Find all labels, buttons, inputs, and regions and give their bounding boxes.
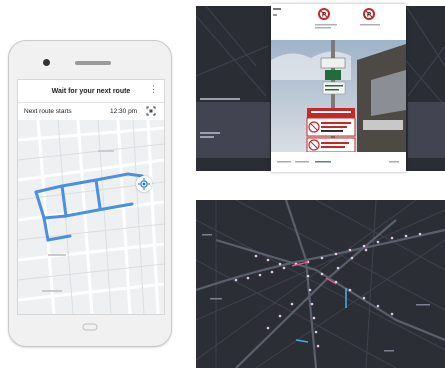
phone-mockup: Wait for your next route ⋮ Next route st… xyxy=(8,40,172,347)
phone-speaker xyxy=(75,61,111,65)
card-header: P P xyxy=(271,4,406,40)
qr-scan-icon[interactable] xyxy=(146,106,156,116)
next-route-label: Next route starts xyxy=(24,108,72,115)
app-title: Wait for your next route xyxy=(51,88,131,95)
street-sign-photo xyxy=(271,40,406,152)
next-route-time: 12:30 pm xyxy=(110,108,138,115)
home-button[interactable] xyxy=(79,321,101,333)
more-vert-icon[interactable]: ⋮ xyxy=(149,85,158,94)
phone-screen: Wait for your next route ⋮ Next route st… xyxy=(17,79,165,315)
route-map[interactable] xyxy=(18,119,164,314)
no-parking-sign-icon: P xyxy=(318,8,330,20)
my-location-icon[interactable] xyxy=(136,176,152,192)
dark-street-map-graphics xyxy=(196,200,445,368)
phone-camera xyxy=(43,59,50,66)
card-footer xyxy=(271,152,406,172)
dark-street-map[interactable] xyxy=(196,200,445,368)
route-map-graphics xyxy=(18,119,164,314)
header-divider xyxy=(18,102,164,103)
